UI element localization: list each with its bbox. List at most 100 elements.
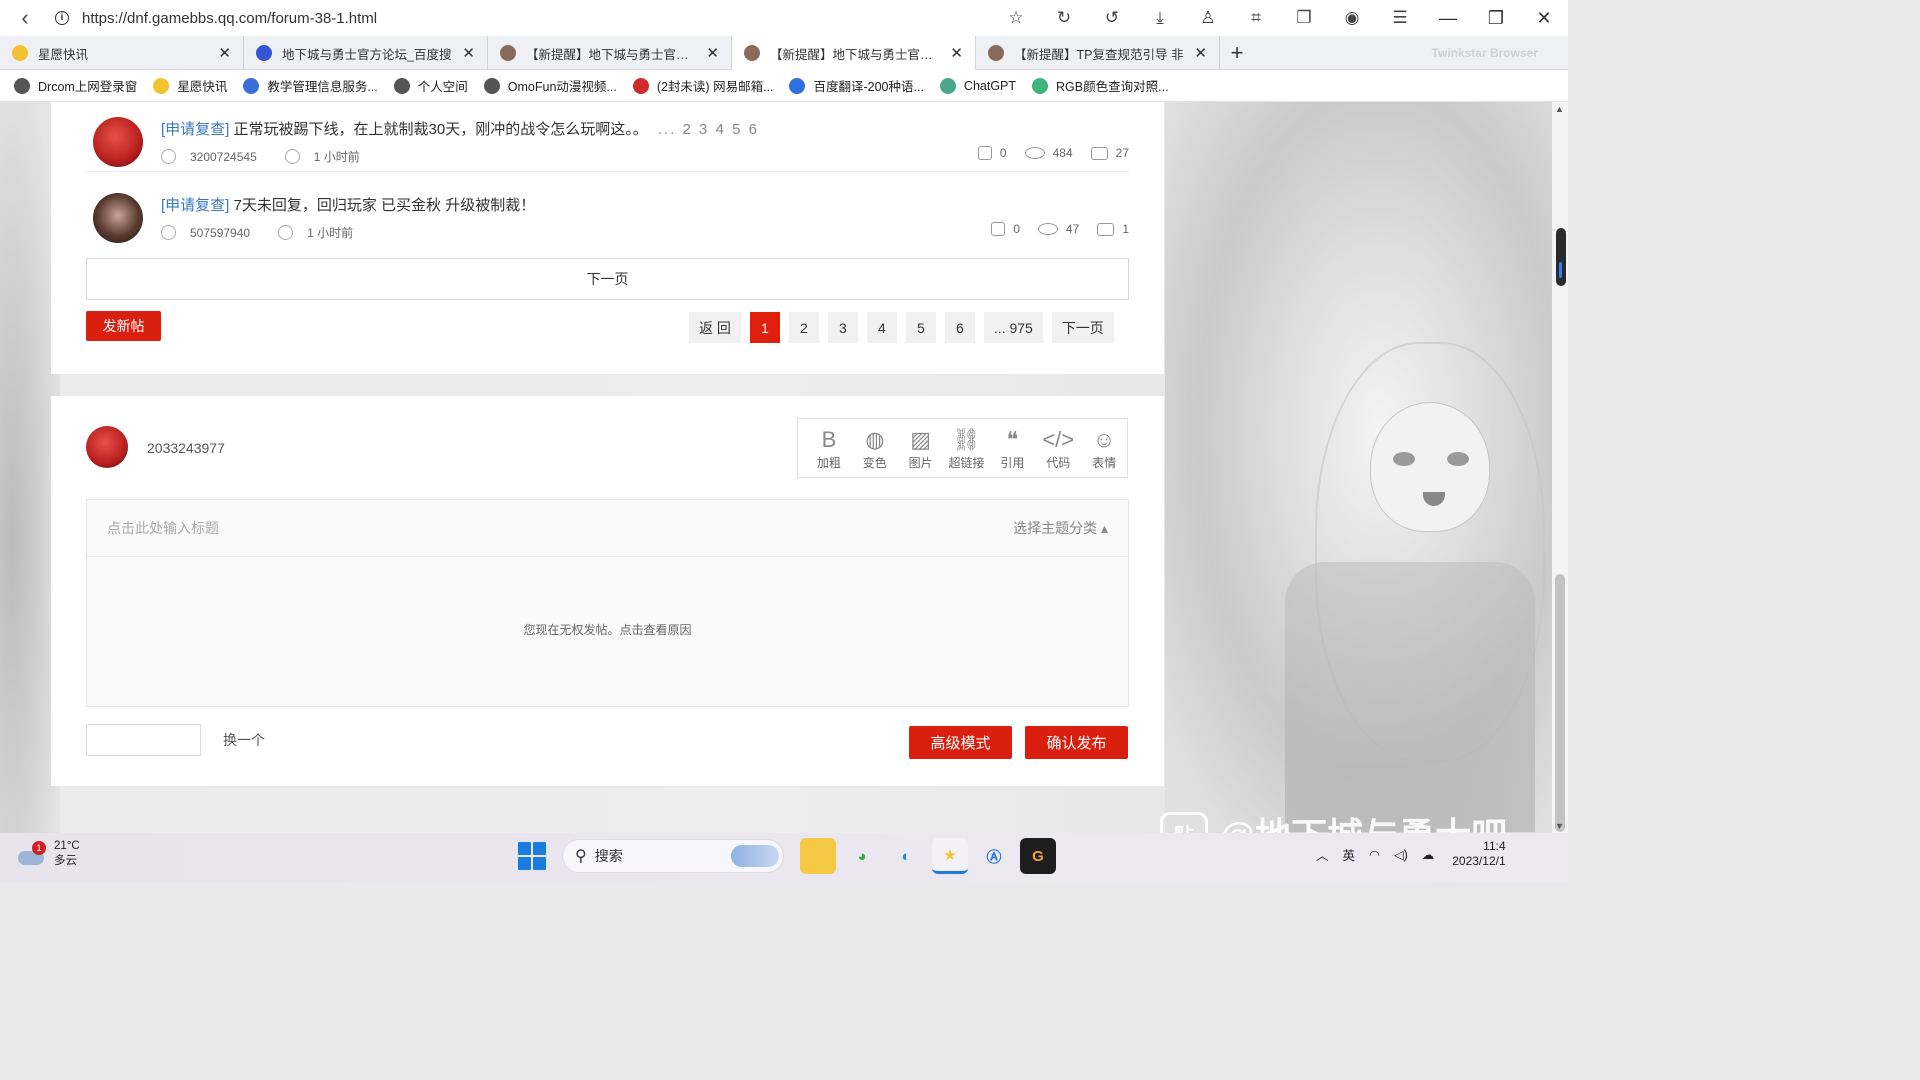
thread-title-text[interactable]: 正常玩被踢下线，在上就制裁30天，刚冲的战令怎么玩啊这。。 [234, 121, 648, 138]
browser-tab[interactable]: 【新提醒】TP复查规范引导 非 ✕ [976, 36, 1220, 70]
thread-title[interactable]: [申请复查] 7天未回复，回归玩家 已买金秋 升级被制裁！ [161, 194, 535, 215]
page-scrollbar[interactable]: ▲ ▼ [1552, 102, 1568, 833]
editor-tool-button[interactable]: B 加粗 [806, 426, 852, 471]
bookmark-item[interactable]: RGB颜色查询对照... [1032, 76, 1169, 95]
bookmark-item[interactable]: 个人空间 [393, 76, 468, 95]
crop-icon[interactable]: ⌗ [1232, 8, 1280, 28]
editor-tool-button[interactable]: ☺ 表情 [1081, 426, 1127, 471]
profile-icon[interactable]: ♙ [1184, 8, 1232, 28]
thread-page-links[interactable]: ... 2 3 4 5 6 [658, 121, 759, 138]
minimize-icon[interactable]: — [1424, 8, 1472, 29]
load-next-page-button[interactable]: 下一页 [86, 258, 1129, 300]
browser-tab[interactable]: 【新提醒】地下城与勇士官方论 ✕ [488, 36, 732, 70]
copy-icon[interactable]: ❐ [1280, 8, 1328, 28]
like-icon[interactable] [977, 146, 992, 160]
edge-icon[interactable]: ◐ [888, 838, 924, 874]
new-tab-icon[interactable]: + [1220, 36, 1254, 70]
page-number-button[interactable]: 6 [944, 312, 975, 343]
thread-title-text[interactable]: 7天未回复，回归玩家 已买金秋 升级被制裁！ [234, 197, 536, 214]
url-field[interactable]: https://dnf.gamebbs.qq.com/forum-38-1.ht… [82, 10, 982, 27]
thread-author[interactable]: 507597940 [190, 226, 250, 240]
tab-close-icon[interactable]: ✕ [706, 44, 719, 62]
bookmark-item[interactable]: Drcom上网登录窗 [14, 76, 137, 95]
refresh-icon[interactable]: ↻ [1040, 8, 1088, 28]
side-panel-handle[interactable] [1556, 228, 1566, 286]
undo-icon[interactable]: ↺ [1088, 8, 1136, 28]
site-info-icon[interactable]: i [50, 10, 74, 26]
refresh-captcha-link[interactable]: 换一个 [223, 730, 265, 750]
bookmark-item[interactable]: 星愿快讯 [153, 76, 227, 95]
input-method-indicator[interactable]: 英 [1343, 845, 1356, 864]
like-icon[interactable] [991, 222, 1006, 236]
editor-tool-button[interactable]: ❝ 引用 [989, 426, 1035, 471]
avatar[interactable] [93, 193, 143, 243]
bookmark-item[interactable]: 百度翻译-200种语... [789, 76, 924, 95]
bookmark-item[interactable]: (2封未读) 网易邮箱... [632, 76, 773, 95]
incognito-icon[interactable]: ◉ [1328, 8, 1376, 28]
no-permission-notice[interactable]: 您现在无权发帖。点击查看原因 [87, 621, 1128, 638]
wifi-icon[interactable]: ◠ [1369, 847, 1380, 862]
thread-author[interactable]: 3200724545 [190, 150, 257, 164]
close-window-icon[interactable]: ✕ [1520, 8, 1568, 29]
bookmark-item[interactable]: ChatGPT [939, 77, 1016, 94]
clock[interactable]: 11:4 2023/12/1 [1452, 839, 1505, 869]
back-icon[interactable]: ‹ [0, 5, 50, 31]
cloud-sync-icon[interactable]: ☁ [1422, 847, 1435, 862]
advanced-mode-button[interactable]: 高级模式 [909, 726, 1012, 759]
volume-icon[interactable]: ◁) [1394, 847, 1408, 862]
download-icon[interactable]: ⤓ [1136, 8, 1184, 28]
windows-start-icon[interactable] [518, 842, 546, 870]
editor-tool-button[interactable]: ◍ 变色 [852, 426, 898, 471]
page-number-button[interactable]: 4 [866, 312, 897, 343]
captcha-input[interactable] [86, 724, 201, 756]
wechat-icon[interactable]: ◕ [844, 838, 880, 874]
tab-close-icon[interactable]: ✕ [1194, 44, 1207, 62]
thread-row[interactable]: [申请复查] 7天未回复，回归玩家 已买金秋 升级被制裁！ 507597940 … [86, 178, 1129, 248]
bookmark-favicon-icon [243, 77, 260, 94]
thread-tag[interactable]: [申请复查] [161, 121, 229, 138]
thread-title[interactable]: [申请复查] 正常玩被踢下线，在上就制裁30天，刚冲的战令怎么玩啊这。。 ...… [161, 118, 759, 139]
twinkstar-browser-icon[interactable]: ★ [932, 838, 968, 874]
category-select[interactable]: 选择主题分类 ▴ [1013, 518, 1108, 538]
tab-title: 地下城与勇士官方论坛_百度搜 [282, 47, 452, 62]
weather-widget[interactable]: 1 21°C 多云 [18, 839, 80, 869]
browser-tab[interactable]: 【新提醒】地下城与勇士官方论 ✕ [732, 36, 976, 70]
scroll-down-icon[interactable]: ▼ [1555, 821, 1564, 831]
editor-tool-button[interactable]: ⛓ 超链接 [944, 426, 990, 471]
app-store-icon[interactable]: Ⓐ [976, 838, 1012, 874]
menu-icon[interactable]: ☰ [1376, 8, 1424, 28]
page-number-button[interactable]: 1 [749, 312, 780, 343]
new-post-button[interactable]: 发新帖 [86, 311, 161, 341]
taskbar-search[interactable]: ⚲ 搜索 [562, 839, 784, 873]
avatar[interactable] [93, 117, 143, 167]
pager-back-button[interactable]: 返 回 [689, 312, 741, 343]
thread-tag[interactable]: [申请复查] [161, 197, 229, 214]
bookmark-item[interactable]: 教学管理信息服务... [243, 76, 378, 95]
tab-close-icon[interactable]: ✕ [950, 44, 963, 62]
next-page-button[interactable]: 下一页 [1051, 312, 1114, 343]
bookmark-item[interactable]: OmoFun动漫视频... [483, 76, 617, 95]
editor-box: 选择主题分类 ▴ 您现在无权发帖。点击查看原因 [86, 499, 1129, 707]
last-page-button[interactable]: ... 975 [983, 312, 1043, 343]
tab-close-icon[interactable]: ✕ [462, 44, 475, 62]
page-number-button[interactable]: 5 [905, 312, 936, 343]
thread-row[interactable]: [申请复查] 正常玩被踢下线，在上就制裁30天，刚冲的战令怎么玩啊这。。 ...… [86, 102, 1129, 172]
tab-title: 【新提醒】地下城与勇士官方论 [526, 47, 699, 62]
page-number-button[interactable]: 3 [827, 312, 858, 343]
browser-tab[interactable]: 地下城与勇士官方论坛_百度搜 ✕ [244, 36, 488, 70]
publish-button[interactable]: 确认发布 [1025, 726, 1128, 759]
title-input[interactable] [107, 520, 1014, 536]
chevron-up-icon[interactable]: ︿ [1316, 845, 1329, 864]
scroll-thumb[interactable] [1555, 574, 1565, 832]
editor-tool-button[interactable]: ▨ 图片 [898, 426, 944, 471]
scroll-up-icon[interactable]: ▲ [1555, 104, 1564, 114]
tab-close-icon[interactable]: ✕ [218, 44, 231, 62]
browser-tab[interactable]: 星愿快讯 ✕ [0, 36, 244, 70]
page-number-button[interactable]: 2 [788, 312, 819, 343]
editor-tool-button[interactable]: </> 代码 [1035, 426, 1081, 471]
restore-icon[interactable]: ❐ [1472, 8, 1520, 29]
file-explorer-icon[interactable] [800, 838, 836, 874]
smiley-icon: ☺ [1092, 426, 1116, 452]
grammarly-icon[interactable]: G [1020, 838, 1056, 874]
star-icon[interactable]: ☆ [992, 8, 1040, 28]
